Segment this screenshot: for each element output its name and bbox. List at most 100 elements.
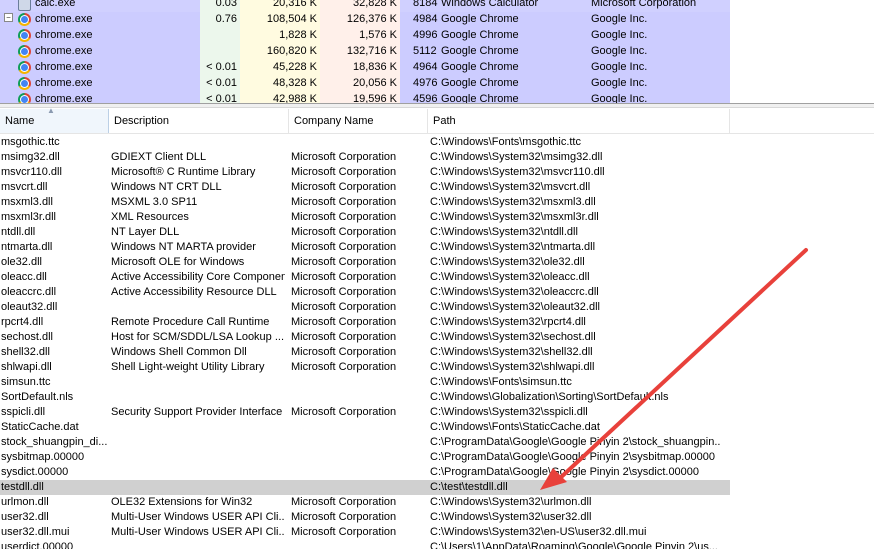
dll-row[interactable]: shlwapi.dll Shell Light-weight Utility Li…: [0, 360, 874, 375]
dll-description: Active Accessibility Core Component: [111, 271, 285, 283]
process-description: Google Chrome: [441, 29, 519, 41]
dll-name: user32.dll.mui: [1, 526, 70, 538]
dll-path: C:\Windows\System32\sechost.dll: [430, 331, 596, 343]
dll-row[interactable]: oleaut32.dll Microsoft Corporation C:\Wind…: [0, 300, 874, 315]
process-private-bytes: 45,228 K: [272, 61, 317, 73]
dll-name: msgothic.ttc: [1, 136, 60, 148]
dll-name: sspicli.dll: [1, 406, 46, 418]
dll-description: OLE32 Extensions for Win32: [111, 496, 253, 508]
process-working-set: 32,828 K: [352, 0, 397, 9]
column-header-path[interactable]: Path: [428, 109, 730, 133]
process-pid: 4964: [413, 61, 438, 73]
dll-row-selected[interactable]: testdll.dll C:\test\testdll.dll: [0, 480, 730, 495]
process-description: Google Chrome: [441, 93, 519, 103]
dll-path: C:\Windows\System32\oleaut32.dll: [430, 301, 600, 313]
column-header-description[interactable]: Description: [109, 109, 289, 133]
dll-company: Microsoft Corporation: [291, 526, 397, 538]
dll-path: C:\Windows\System32\msvcr110.dll: [430, 166, 605, 178]
process-name: chrome.exe: [35, 29, 93, 41]
chrome-icon: [18, 61, 31, 74]
dll-row[interactable]: ntmarta.dll Windows NT MARTA provider Micr…: [0, 240, 874, 255]
dll-row[interactable]: msvcrt.dll Windows NT CRT DLL Microsoft Co…: [0, 180, 874, 195]
process-row[interactable]: chrome.exe 160,820 K 132,716 K 5112 Google C…: [0, 44, 730, 60]
dll-description: Shell Light-weight Utility Library: [111, 361, 265, 373]
process-row[interactable]: calc.exe 0.03 20,316 K 32,828 K 8184 Windows …: [0, 0, 730, 12]
dll-row[interactable]: sechost.dll Host for SCM/SDDL/LSA Lookup …: [0, 330, 874, 345]
dll-row[interactable]: oleacc.dll Active Accessibility Core Comp…: [0, 270, 874, 285]
process-row[interactable]: chrome.exe 1,828 K 1,576 K 4996 Google Chrom…: [0, 28, 730, 44]
process-pid: 4976: [413, 77, 438, 89]
process-working-set: 132,716 K: [346, 45, 397, 57]
dll-description: GDIEXT Client DLL: [111, 151, 207, 163]
process-row[interactable]: chrome.exe < 0.01 45,228 K 18,836 K 4964 Goog…: [0, 60, 730, 76]
process-company: Google Inc.: [591, 13, 648, 25]
process-company: Google Inc.: [591, 45, 648, 57]
dll-company: Microsoft Corporation: [291, 301, 397, 313]
dll-row[interactable]: msvcr110.dll Microsoft® C Runtime Library…: [0, 165, 874, 180]
column-header-company[interactable]: Company Name: [289, 109, 428, 133]
dll-row[interactable]: user32.dll.mui Multi-User Windows USER AP…: [0, 525, 874, 540]
process-private-bytes: 1,828 K: [279, 29, 317, 41]
dll-row[interactable]: msimg32.dll GDIEXT Client DLL Microsoft Co…: [0, 150, 874, 165]
dll-path: C:\Windows\System32\shlwapi.dll: [430, 361, 595, 373]
pane-splitter[interactable]: [0, 103, 874, 108]
dll-row[interactable]: msgothic.ttc C:\Windows\Fonts\msgothic.tt…: [0, 135, 874, 150]
process-pid: 4984: [413, 13, 438, 25]
column-header-path-label: Path: [433, 115, 456, 127]
dll-path: C:\Windows\Fonts\simsun.ttc: [430, 376, 572, 388]
dll-name: stock_shuangpin_di...: [1, 436, 107, 448]
dll-name: ntdll.dll: [1, 226, 36, 238]
dll-company: Microsoft Corporation: [291, 241, 397, 253]
process-name: chrome.exe: [35, 13, 93, 25]
process-cpu: 0.76: [215, 13, 237, 25]
process-row[interactable]: chrome.exe < 0.01 42,988 K 19,596 K 4596 Goog…: [0, 92, 730, 103]
dll-row[interactable]: SortDefault.nls C:\Windows\Globalization\…: [0, 390, 874, 405]
collapse-tree-icon[interactable]: −: [4, 13, 13, 22]
dll-description: Multi-User Windows USER API Cli...: [111, 526, 285, 538]
process-row[interactable]: − chrome.exe 0.76 108,504 K 126,376 K 4984 Goo…: [0, 12, 730, 28]
dll-row[interactable]: stock_shuangpin_di... C:\ProgramData\Goog…: [0, 435, 874, 450]
dll-row[interactable]: urlmon.dll OLE32 Extensions for Win32 Micr…: [0, 495, 874, 510]
dll-row[interactable]: rpcrt4.dll Remote Procedure Call Runtime M…: [0, 315, 874, 330]
dll-company: Microsoft Corporation: [291, 511, 397, 523]
dll-row[interactable]: user32.dll Multi-User Windows USER API Cl…: [0, 510, 874, 525]
dll-name: userdict.00000: [1, 541, 74, 549]
dll-row[interactable]: ntdll.dll NT Layer DLL Microsoft Corporati…: [0, 225, 874, 240]
dll-name: shell32.dll: [1, 346, 50, 358]
dll-row[interactable]: msxml3.dll MSXML 3.0 SP11 Microsoft Corpor…: [0, 195, 874, 210]
process-pid: 4596: [413, 93, 438, 103]
dll-row[interactable]: msxml3r.dll XML Resources Microsoft Corpor…: [0, 210, 874, 225]
column-header-name[interactable]: ▲ Name: [0, 106, 109, 133]
dll-row[interactable]: shell32.dll Windows Shell Common Dll Micro…: [0, 345, 874, 360]
dll-company: Microsoft Corporation: [291, 316, 397, 328]
process-company: Google Inc.: [591, 77, 648, 89]
dll-row[interactable]: userdict.00000 C:\Users\1\AppData\Roaming…: [0, 540, 874, 549]
dll-row[interactable]: simsun.ttc C:\Windows\Fonts\simsun.ttc: [0, 375, 874, 390]
dll-row[interactable]: sysdict.00000 C:\ProgramData\Google\Googl…: [0, 465, 874, 480]
dll-row[interactable]: StaticCache.dat C:\Windows\Fonts\StaticCa…: [0, 420, 874, 435]
process-description: Google Chrome: [441, 13, 519, 25]
dll-name: StaticCache.dat: [1, 421, 79, 433]
dll-company: Microsoft Corporation: [291, 361, 397, 373]
dll-company: Microsoft Corporation: [291, 151, 397, 163]
dll-description: Multi-User Windows USER API Cli...: [111, 511, 285, 523]
dll-company: Microsoft Corporation: [291, 346, 397, 358]
dll-name: sechost.dll: [1, 331, 53, 343]
dll-name: ntmarta.dll: [1, 241, 53, 253]
process-name: chrome.exe: [35, 77, 93, 89]
dll-row[interactable]: sspicli.dll Security Support Provider Int…: [0, 405, 874, 420]
dll-description: Remote Procedure Call Runtime: [111, 316, 270, 328]
process-private-bytes: 160,820 K: [266, 45, 317, 57]
dll-row[interactable]: oleaccrc.dll Active Accessibility Resourc…: [0, 285, 874, 300]
dll-list: msgothic.ttc C:\Windows\Fonts\msgothic.tt…: [0, 135, 874, 549]
process-cpu: < 0.01: [206, 93, 237, 103]
process-row[interactable]: chrome.exe < 0.01 48,328 K 20,056 K 4976 Goog…: [0, 76, 730, 92]
dll-name: msvcr110.dll: [1, 166, 62, 178]
process-company: Google Inc.: [591, 29, 648, 41]
dll-name: oleacc.dll: [1, 271, 47, 283]
dll-row[interactable]: sysbitmap.00000 C:\ProgramData\Google\Goo…: [0, 450, 874, 465]
dll-name: sysdict.00000: [1, 466, 69, 478]
dll-row[interactable]: ole32.dll Microsoft OLE for Windows Micros…: [0, 255, 874, 270]
dll-company: Microsoft Corporation: [291, 496, 397, 508]
dll-description: Host for SCM/SDDL/LSA Lookup ...: [111, 331, 285, 343]
